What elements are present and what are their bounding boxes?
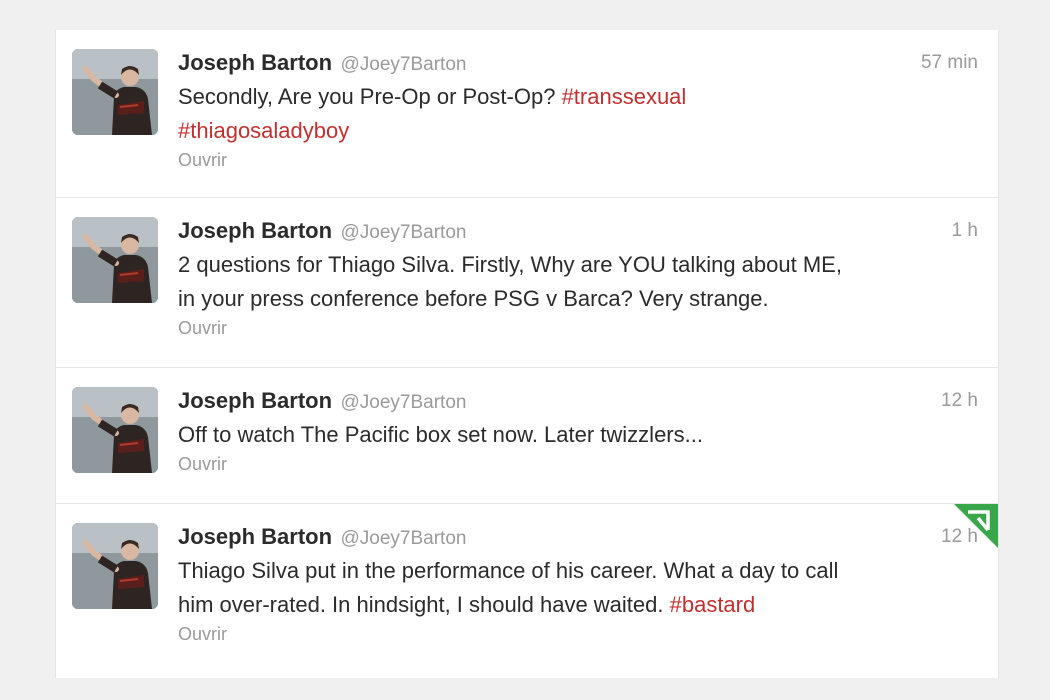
- tweet-text-line: Off to watch The Pacific box set now. La…: [178, 422, 703, 447]
- tweet-text-line: 2 questions for Thiago Silva. Firstly, W…: [178, 252, 842, 277]
- tweet-timestamp[interactable]: 12 h: [941, 386, 978, 416]
- author-name[interactable]: Joseph Barton: [178, 50, 332, 75]
- avatar[interactable]: [72, 217, 158, 303]
- author-handle[interactable]: @Joey7Barton: [340, 528, 466, 549]
- author-name[interactable]: Joseph Barton: [178, 524, 332, 549]
- tweet-text: Off to watch The Pacific box set now. La…: [178, 418, 978, 452]
- tweet-item[interactable]: Joseph Barton @Joey7Barton 12 h Off to w…: [56, 368, 998, 504]
- tweet-header: Joseph Barton @Joey7Barton 57 min: [178, 48, 978, 78]
- tweet-text-line: him over-rated. In hindsight, I should h…: [178, 592, 670, 617]
- avatar[interactable]: [72, 523, 158, 609]
- open-tweet-link[interactable]: Ouvrir: [178, 454, 227, 475]
- hashtag-link[interactable]: #bastard: [670, 592, 756, 617]
- tweet-item[interactable]: Joseph Barton @Joey7Barton 12 h Thiago S…: [56, 504, 998, 678]
- author-handle[interactable]: @Joey7Barton: [340, 392, 466, 413]
- tweet-content: Joseph Barton @Joey7Barton 12 h Off to w…: [178, 386, 978, 475]
- tweet-content: Joseph Barton @Joey7Barton 57 min Second…: [178, 48, 978, 171]
- avatar[interactable]: [72, 49, 158, 135]
- hashtag-link[interactable]: #thiagosaladyboy: [178, 118, 349, 143]
- author-name[interactable]: Joseph Barton: [178, 388, 332, 413]
- author-handle[interactable]: @Joey7Barton: [340, 222, 466, 243]
- tweet-text-line: in your press conference before PSG v Ba…: [178, 286, 769, 311]
- tweet-timestamp[interactable]: 57 min: [921, 48, 978, 78]
- avatar[interactable]: [72, 387, 158, 473]
- tweet-item[interactable]: Joseph Barton @Joey7Barton 1 h 2 questio…: [56, 198, 998, 368]
- author-handle[interactable]: @Joey7Barton: [340, 54, 466, 75]
- author-name[interactable]: Joseph Barton: [178, 218, 332, 243]
- tweet-header: Joseph Barton @Joey7Barton 12 h: [178, 522, 978, 552]
- tweet-content: Joseph Barton @Joey7Barton 1 h 2 questio…: [178, 216, 978, 339]
- tweet-timestamp[interactable]: 1 h: [952, 216, 978, 246]
- open-tweet-link[interactable]: Ouvrir: [178, 150, 227, 171]
- tweet-text-line: Thiago Silva put in the performance of h…: [178, 558, 839, 583]
- tweet-text-segment: Secondly, Are you Pre-Op or Post-Op?: [178, 84, 562, 109]
- tweet-text: Thiago Silva put in the performance of h…: [178, 554, 978, 622]
- tweet-text: Secondly, Are you Pre-Op or Post-Op? #tr…: [178, 80, 978, 148]
- tweet-header: Joseph Barton @Joey7Barton 12 h: [178, 386, 978, 416]
- tweet-text: 2 questions for Thiago Silva. Firstly, W…: [178, 248, 978, 316]
- hashtag-link[interactable]: #transsexual: [562, 84, 687, 109]
- open-tweet-link[interactable]: Ouvrir: [178, 318, 227, 339]
- tweet-header: Joseph Barton @Joey7Barton 1 h: [178, 216, 978, 246]
- tweet-timestamp[interactable]: 12 h: [941, 522, 978, 552]
- open-tweet-link[interactable]: Ouvrir: [178, 624, 227, 645]
- tweet-content: Joseph Barton @Joey7Barton 12 h Thiago S…: [178, 522, 978, 645]
- tweet-item[interactable]: Joseph Barton @Joey7Barton 57 min Second…: [56, 30, 998, 198]
- tweet-timeline: Joseph Barton @Joey7Barton 57 min Second…: [55, 30, 999, 678]
